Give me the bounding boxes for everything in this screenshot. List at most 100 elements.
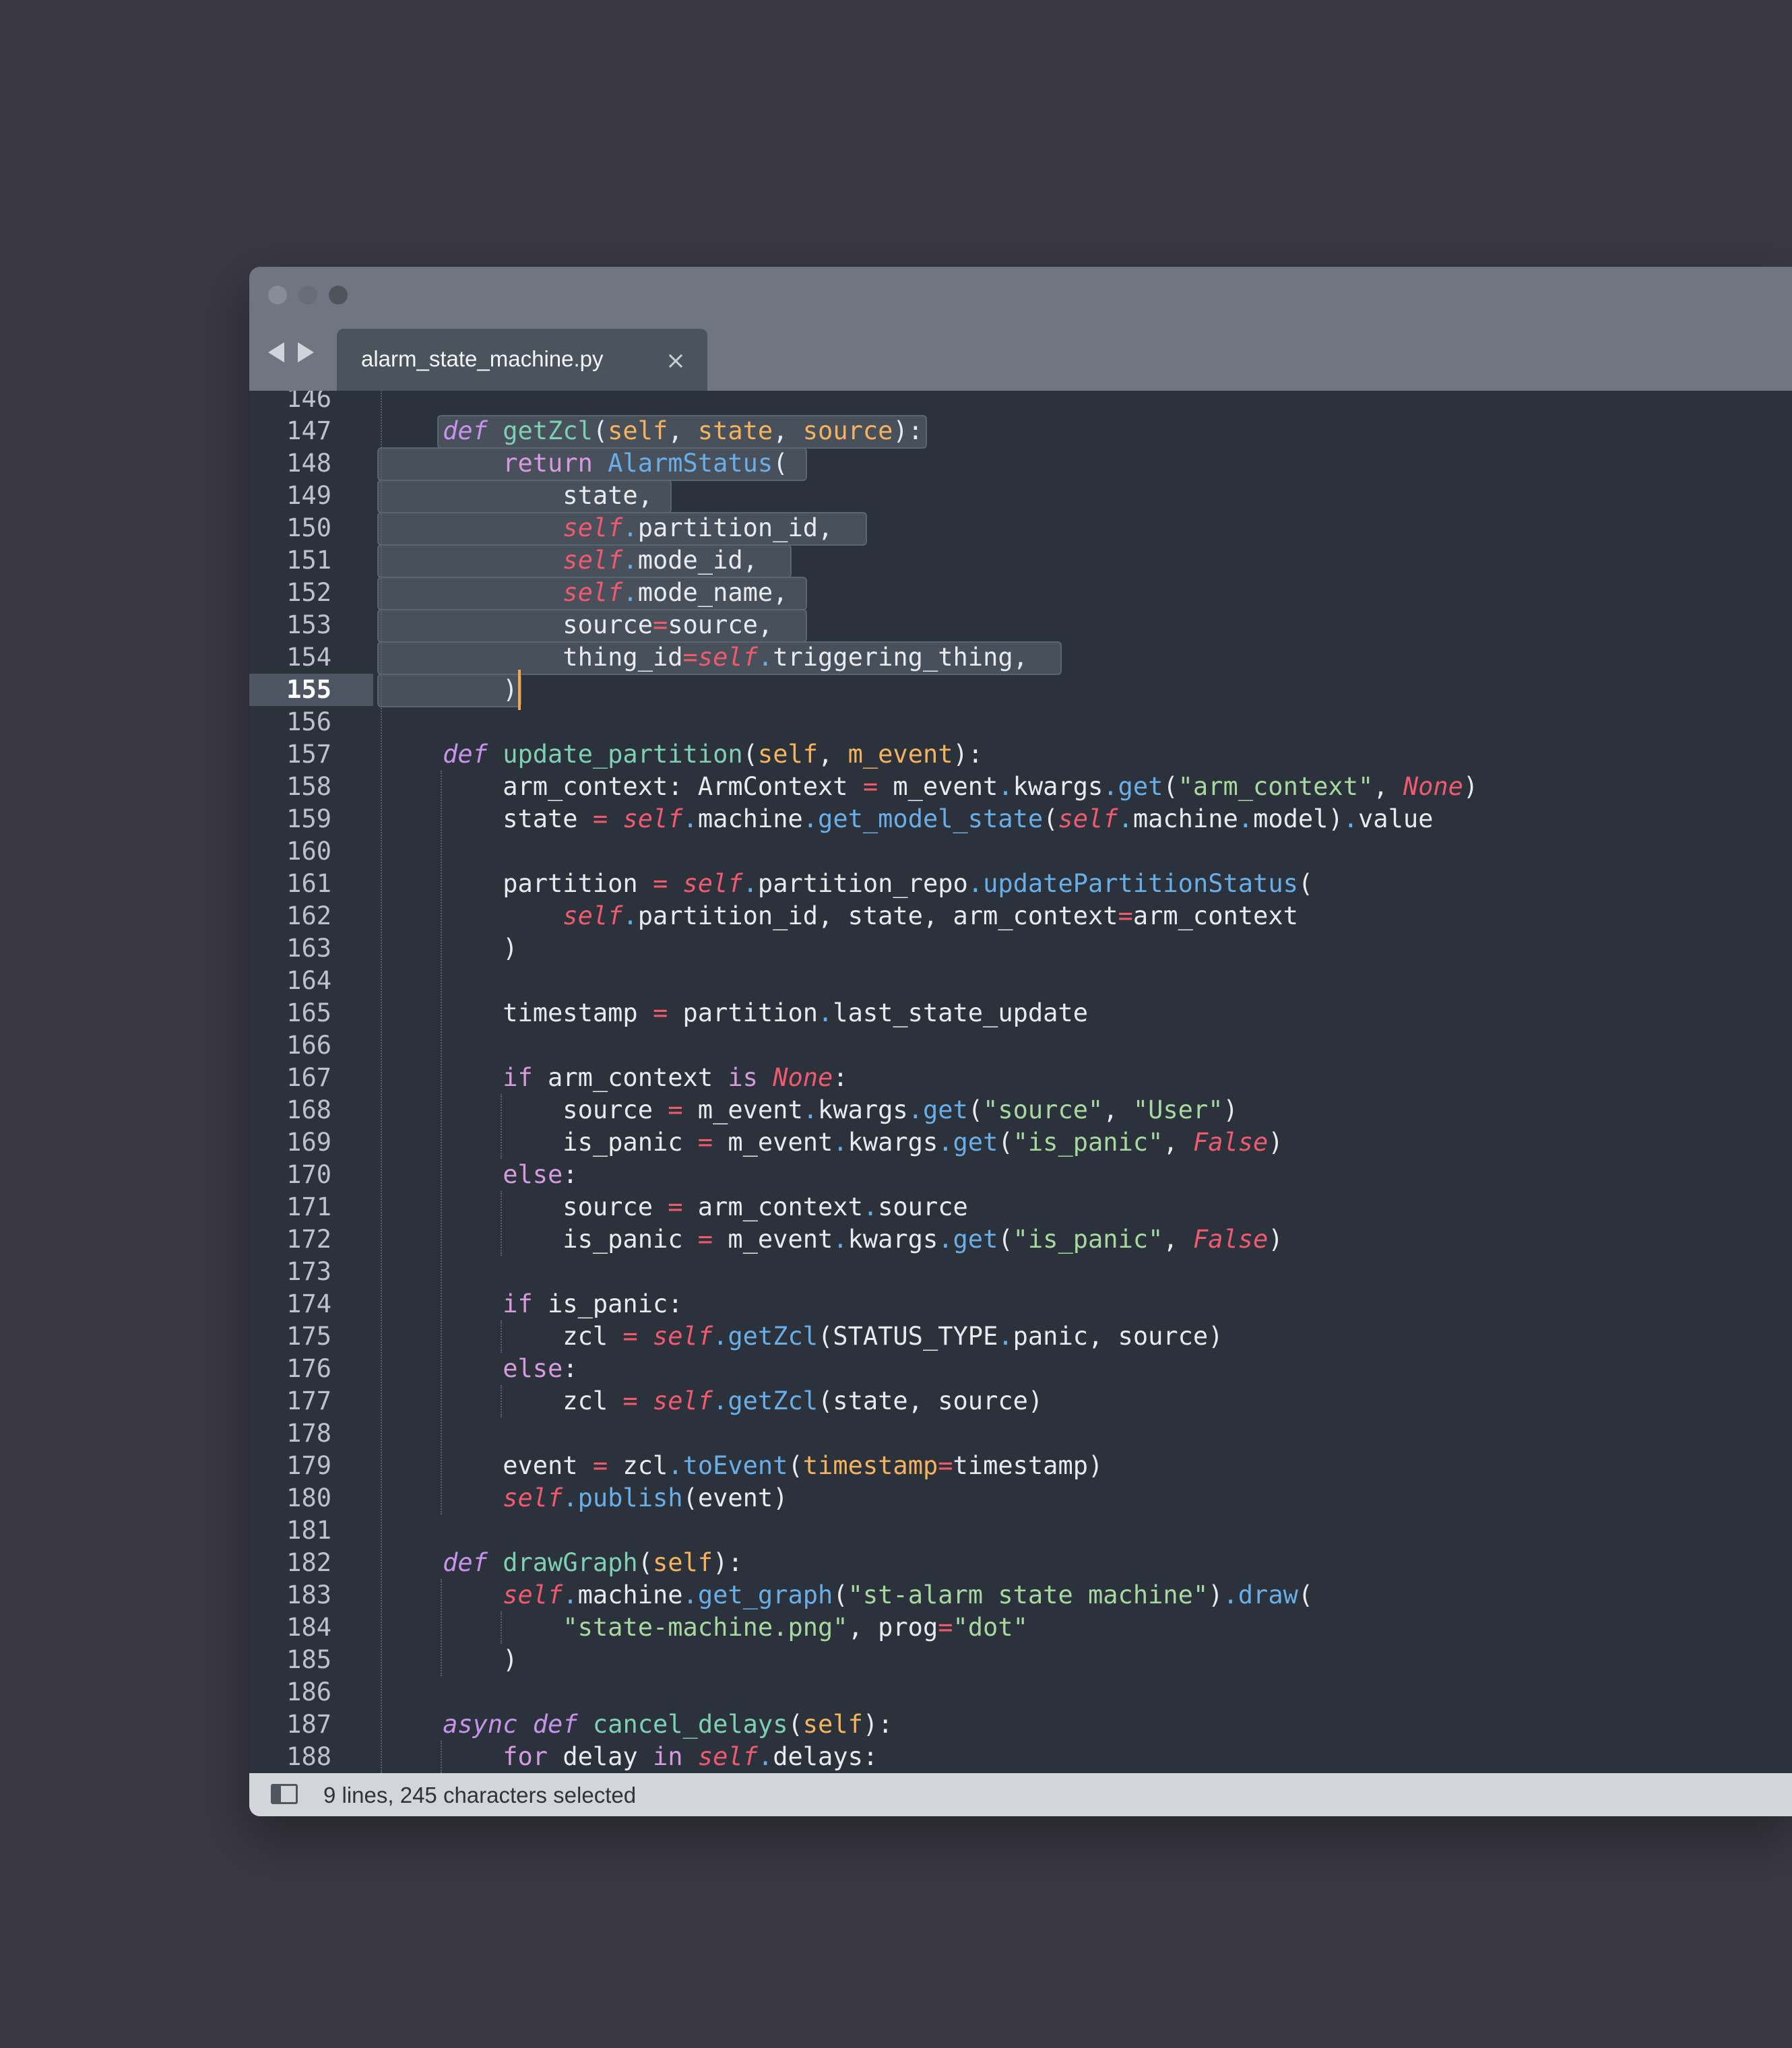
code-line[interactable]: 174 if is_panic:: [249, 1288, 1792, 1320]
code-text: for delay in self.delays:: [503, 1742, 878, 1771]
line-number: 163: [286, 934, 331, 963]
code-line[interactable]: 166: [249, 1029, 1792, 1062]
code-text: self.publish(event): [503, 1483, 788, 1512]
code-line[interactable]: 158 arm_context: ArmContext = m_event.kw…: [249, 771, 1792, 803]
line-number: 188: [286, 1742, 331, 1771]
code-line[interactable]: 177 zcl = self.getZcl(state, source): [249, 1385, 1792, 1417]
code-line[interactable]: 164: [249, 965, 1792, 997]
code-line[interactable]: 162 self.partition_id, state, arm_contex…: [249, 900, 1792, 932]
selection-status: 9 lines, 245 characters selected: [323, 1783, 637, 1807]
code-line[interactable]: 157 def update_partition(self, m_event):: [249, 738, 1792, 771]
code-text: else:: [503, 1160, 578, 1189]
code-line[interactable]: 147 def getZcl(self, state, source):: [249, 415, 1792, 447]
text-cursor: [518, 670, 521, 710]
line-number: 171: [286, 1192, 331, 1221]
code-text: if is_panic:: [503, 1289, 683, 1318]
code-line[interactable]: 161 partition = self.partition_repo.upda…: [249, 868, 1792, 900]
code-text: async def cancel_delays(self):: [443, 1710, 893, 1739]
back-arrow-icon[interactable]: [268, 342, 284, 362]
code-line[interactable]: 148 return AlarmStatus(: [249, 447, 1792, 480]
code-text: is_panic = m_event.kwargs.get("is_panic"…: [383, 1128, 1283, 1157]
line-number: 159: [286, 804, 331, 833]
code-line[interactable]: 170 else:: [249, 1159, 1792, 1191]
code-line[interactable]: 168 source = m_event.kwargs.get("source"…: [249, 1094, 1792, 1126]
code-line[interactable]: 179 event = zcl.toEvent(timestamp=timest…: [249, 1450, 1792, 1482]
tab-title: alarm_state_machine.py: [361, 346, 604, 371]
code-line[interactable]: 169 is_panic = m_event.kwargs.get("is_pa…: [249, 1126, 1792, 1159]
code-line[interactable]: 160: [249, 835, 1792, 868]
line-number: 184: [286, 1613, 331, 1642]
code-line[interactable]: 165 timestamp = partition.last_state_upd…: [249, 997, 1792, 1029]
code-text: def getZcl(self, state, source):: [443, 416, 923, 445]
code-line[interactable]: 156: [249, 706, 1792, 738]
code-text: source = m_event.kwargs.get("source", "U…: [383, 1095, 1238, 1124]
line-number: 167: [286, 1063, 331, 1092]
line-number: 170: [286, 1160, 331, 1189]
code-line[interactable]: 186: [249, 1676, 1792, 1708]
line-number: 158: [286, 772, 331, 801]
code-line[interactable]: 153 source=source,: [249, 609, 1792, 641]
code-text: event = zcl.toEvent(timestamp=timestamp): [383, 1451, 1103, 1480]
code-line[interactable]: 180 self.publish(event): [249, 1482, 1792, 1514]
code-line[interactable]: 155 ): [249, 674, 1792, 706]
code-line[interactable]: 184 "state-machine.png", prog="dot": [249, 1611, 1792, 1644]
code-line[interactable]: 171 source = arm_context.source: [249, 1191, 1792, 1223]
code-line[interactable]: 154 thing_id=self.triggering_thing,: [249, 641, 1792, 674]
line-number: 185: [286, 1645, 331, 1674]
code-line[interactable]: 150 self.partition_id,: [249, 512, 1792, 544]
code-line[interactable]: 149 state,: [249, 480, 1792, 512]
line-number: 164: [286, 966, 331, 995]
code-line[interactable]: 185 ): [249, 1644, 1792, 1676]
code-text: "state-machine.png", prog="dot": [563, 1613, 1028, 1642]
code-line[interactable]: 178: [249, 1417, 1792, 1450]
sidebar-toggle-icon[interactable]: [271, 1784, 298, 1804]
minimize-window-button[interactable]: [298, 286, 317, 305]
code-line[interactable]: 152 self.mode_name,: [249, 577, 1792, 609]
code-text: ): [383, 1645, 518, 1674]
code-line[interactable]: 173: [249, 1256, 1792, 1288]
line-number: 161: [286, 869, 331, 898]
close-window-button[interactable]: [268, 286, 287, 305]
zoom-window-button[interactable]: [329, 286, 348, 305]
code-text: ): [383, 675, 518, 704]
line-number: 154: [286, 643, 331, 672]
code-text: return AlarmStatus(: [503, 449, 788, 478]
code-line[interactable]: 183 self.machine.get_graph("st-alarm sta…: [249, 1579, 1792, 1611]
line-number: 147: [286, 416, 331, 445]
status-bar: 9 lines, 245 characters selected: [249, 1773, 1792, 1816]
code-line[interactable]: 151 self.mode_id,: [249, 544, 1792, 577]
code-line[interactable]: 176 else:: [249, 1353, 1792, 1385]
code-line[interactable]: 175 zcl = self.getZcl(STATUS_TYPE.panic,…: [249, 1320, 1792, 1353]
forward-arrow-icon[interactable]: [298, 342, 314, 362]
code-line[interactable]: 167 if arm_context is None:: [249, 1062, 1792, 1094]
code-line[interactable]: 181: [249, 1514, 1792, 1547]
code-line[interactable]: 172 is_panic = m_event.kwargs.get("is_pa…: [249, 1223, 1792, 1256]
close-tab-icon[interactable]: ×: [666, 341, 686, 381]
code-line[interactable]: 163 ): [249, 932, 1792, 965]
line-number: 153: [286, 610, 331, 639]
code-editor[interactable]: 146 147 def getZcl(self, state, source): 1…: [249, 391, 1792, 1773]
line-number: 175: [286, 1322, 331, 1351]
code-line[interactable]: 182 def drawGraph(self):: [249, 1547, 1792, 1579]
line-number: 152: [286, 578, 331, 607]
tab-alarm-state-machine[interactable]: alarm_state_machine.py ×: [337, 329, 707, 391]
code-text: thing_id=self.triggering_thing,: [383, 643, 1028, 672]
code-text: source = arm_context.source: [383, 1192, 968, 1221]
line-number: 169: [286, 1128, 331, 1157]
line-number: 178: [286, 1419, 331, 1448]
code-line[interactable]: 187 async def cancel_delays(self):: [249, 1708, 1792, 1741]
code-line[interactable]: 188 for delay in self.delays:: [249, 1741, 1792, 1773]
code-text: self.partition_id, state, arm_context=ar…: [563, 901, 1298, 930]
code-line[interactable]: 146: [249, 391, 1792, 415]
line-number: 166: [286, 1031, 331, 1060]
line-number: 168: [286, 1095, 331, 1124]
line-number: 181: [286, 1516, 331, 1545]
code-text: def update_partition(self, m_event):: [443, 740, 984, 769]
line-number: 182: [286, 1548, 331, 1577]
line-number: 174: [286, 1289, 331, 1318]
line-number: 180: [286, 1483, 331, 1512]
line-number: 186: [286, 1677, 331, 1706]
code-text: self.mode_name,: [563, 578, 788, 607]
line-number: 183: [286, 1580, 331, 1609]
code-line[interactable]: 159 state = self.machine.get_model_state…: [249, 803, 1792, 835]
